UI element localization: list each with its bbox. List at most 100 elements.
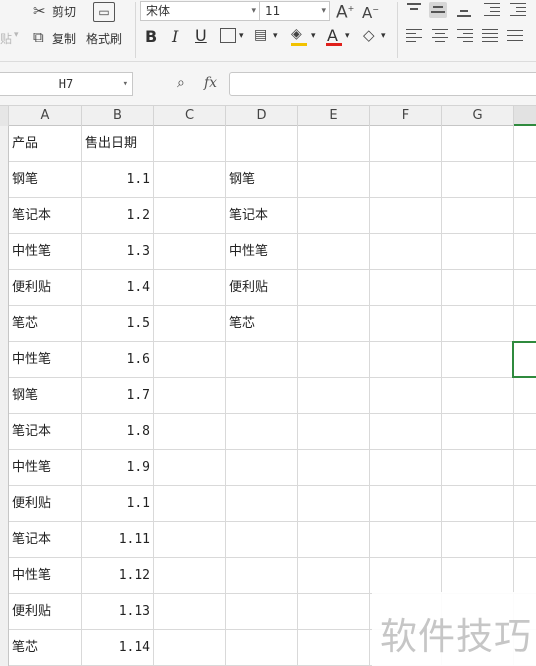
column-header-h[interactable] [514, 106, 536, 126]
cell-a6[interactable]: 笔芯 [9, 306, 82, 342]
cell-a2[interactable]: 钢笔 [9, 162, 82, 198]
bold-button[interactable]: B [145, 27, 157, 46]
fill-color-icon[interactable]: ◈ [291, 26, 302, 42]
cell-e15[interactable] [298, 630, 370, 666]
cell-b6[interactable]: 1.5 [82, 306, 154, 342]
cell-c4[interactable] [154, 234, 226, 270]
cell-f13[interactable] [370, 558, 442, 594]
column-header-g[interactable]: G [442, 106, 514, 126]
cell-e8[interactable] [298, 378, 370, 414]
cell-b1[interactable]: 售出日期 [82, 126, 154, 162]
cell-d10[interactable] [226, 450, 298, 486]
align-middle-icon[interactable] [429, 2, 447, 18]
cell-e13[interactable] [298, 558, 370, 594]
cell-e1[interactable] [298, 126, 370, 162]
italic-button[interactable]: I [172, 27, 178, 46]
cell-g10[interactable] [442, 450, 514, 486]
cell-d3[interactable]: 笔记本 [226, 198, 298, 234]
cell-a10[interactable]: 中性笔 [9, 450, 82, 486]
cell-g3[interactable] [442, 198, 514, 234]
cell-e11[interactable] [298, 486, 370, 522]
cell-g6[interactable] [442, 306, 514, 342]
cell-b11[interactable]: 1.1 [82, 486, 154, 522]
decrease-indent-icon[interactable] [483, 2, 501, 18]
cell-d2[interactable]: 钢笔 [226, 162, 298, 198]
row-header-gutter[interactable] [0, 126, 9, 666]
cell-g5[interactable] [442, 270, 514, 306]
cell-c13[interactable] [154, 558, 226, 594]
cell-b13[interactable]: 1.12 [82, 558, 154, 594]
cell-f2[interactable] [370, 162, 442, 198]
align-top-icon[interactable] [405, 2, 423, 18]
fx-button[interactable]: fx [204, 75, 217, 91]
name-box[interactable]: H7 ▾ [0, 72, 133, 96]
cell-c8[interactable] [154, 378, 226, 414]
cell-a5[interactable]: 便利贴 [9, 270, 82, 306]
format-painter-icon[interactable]: ▭ [93, 2, 115, 22]
copy-icon[interactable]: ⧉ [33, 29, 44, 45]
cell-a1[interactable]: 产品 [9, 126, 82, 162]
cell-c11[interactable] [154, 486, 226, 522]
font-name-select[interactable]: 宋体 ▾ [140, 1, 260, 21]
cell-f7[interactable] [370, 342, 442, 378]
cell-e5[interactable] [298, 270, 370, 306]
cell-c12[interactable] [154, 522, 226, 558]
cell-g8[interactable] [442, 378, 514, 414]
cell-e3[interactable] [298, 198, 370, 234]
border-icon[interactable] [220, 28, 236, 43]
font-size-select[interactable]: 11 ▾ [259, 1, 330, 21]
cell-f12[interactable] [370, 522, 442, 558]
distributed-align-icon[interactable] [506, 28, 524, 44]
cell-d13[interactable] [226, 558, 298, 594]
cell-a8[interactable]: 钢笔 [9, 378, 82, 414]
cell-d8[interactable] [226, 378, 298, 414]
cell-g12[interactable] [442, 522, 514, 558]
cell-d14[interactable] [226, 594, 298, 630]
cell-a15[interactable]: 笔芯 [9, 630, 82, 666]
cell-a3[interactable]: 笔记本 [9, 198, 82, 234]
cell-e12[interactable] [298, 522, 370, 558]
paste-button-label[interactable]: 贴 [0, 30, 12, 47]
column-header-e[interactable]: E [298, 106, 370, 126]
cell-g9[interactable] [442, 414, 514, 450]
formula-input[interactable] [229, 72, 536, 96]
cell-b12[interactable]: 1.11 [82, 522, 154, 558]
cell-f3[interactable] [370, 198, 442, 234]
cell-e7[interactable] [298, 342, 370, 378]
cell-b4[interactable]: 1.3 [82, 234, 154, 270]
fill-pattern-dropdown-caret[interactable]: ▾ [273, 31, 278, 41]
cell-e14[interactable] [298, 594, 370, 630]
cell-a4[interactable]: 中性笔 [9, 234, 82, 270]
column-header-d[interactable]: D [226, 106, 298, 126]
cell-d7[interactable] [226, 342, 298, 378]
cell-b2[interactable]: 1.1 [82, 162, 154, 198]
cell-b10[interactable]: 1.9 [82, 450, 154, 486]
cell-f10[interactable] [370, 450, 442, 486]
cell-g7[interactable] [442, 342, 514, 378]
cell-b3[interactable]: 1.2 [82, 198, 154, 234]
format-painter-button[interactable]: 格式刷 [86, 30, 122, 47]
cell-c15[interactable] [154, 630, 226, 666]
cell-e4[interactable] [298, 234, 370, 270]
eraser-icon[interactable]: ◇ [363, 27, 375, 43]
cell-f8[interactable] [370, 378, 442, 414]
cell-g11[interactable] [442, 486, 514, 522]
cell-d4[interactable]: 中性笔 [226, 234, 298, 270]
cell-c1[interactable] [154, 126, 226, 162]
align-left-icon[interactable] [405, 28, 423, 44]
cell-b5[interactable]: 1.4 [82, 270, 154, 306]
column-header-b[interactable]: B [82, 106, 154, 126]
cell-c6[interactable] [154, 306, 226, 342]
cell-f9[interactable] [370, 414, 442, 450]
copy-button[interactable]: 复制 [52, 30, 76, 47]
row-header-corner[interactable] [0, 106, 9, 126]
cell-g2[interactable] [442, 162, 514, 198]
cell-c14[interactable] [154, 594, 226, 630]
cell-c5[interactable] [154, 270, 226, 306]
cell-g13[interactable] [442, 558, 514, 594]
cell-g1[interactable] [442, 126, 514, 162]
cell-c10[interactable] [154, 450, 226, 486]
zoom-search-icon[interactable]: ⌕ [177, 75, 185, 91]
cell-d5[interactable]: 便利贴 [226, 270, 298, 306]
cell-e10[interactable] [298, 450, 370, 486]
